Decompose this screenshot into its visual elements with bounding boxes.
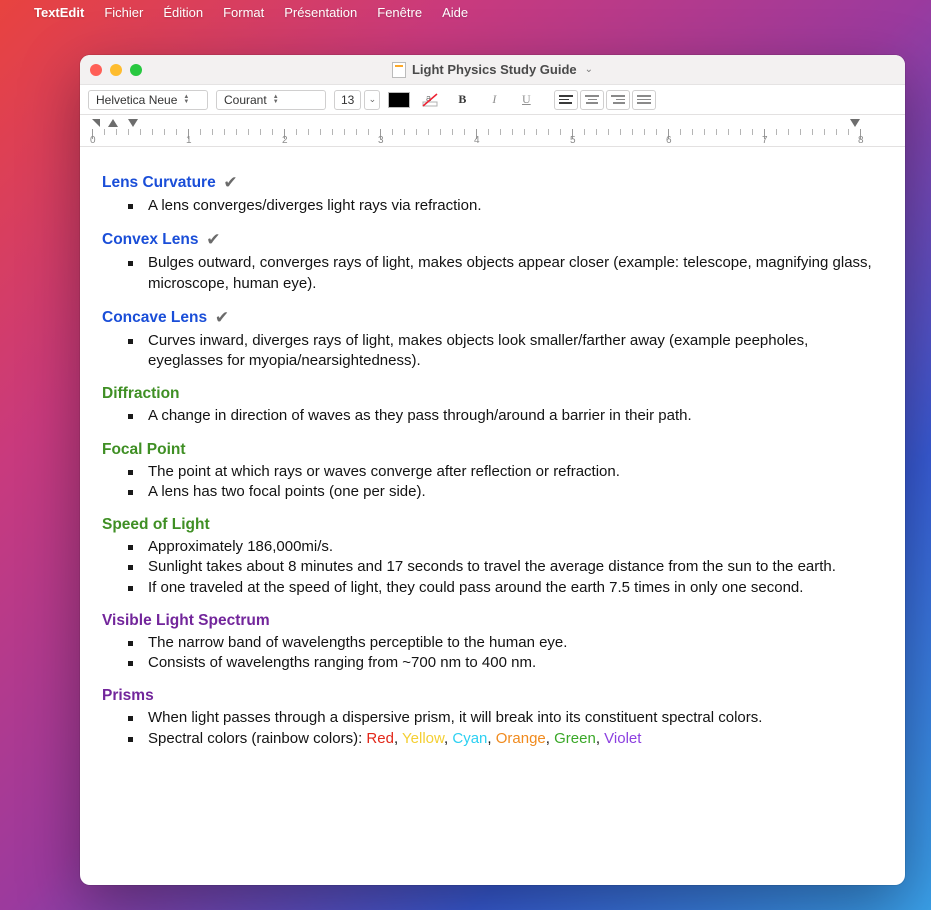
underline-button[interactable]: U — [514, 90, 538, 110]
section: Visible Light Spectrum The narrow band of… — [102, 612, 883, 674]
bullet-item[interactable]: Consists of wavelengths ranging from ~70… — [124, 653, 883, 673]
ruler-label: 0 — [90, 135, 96, 146]
ruler-label: 2 — [282, 135, 288, 146]
updown-icon: ▲▼ — [273, 95, 279, 105]
minimize-icon[interactable] — [110, 64, 122, 76]
toolbar: Helvetica Neue ▲▼ Courant ▲▼ 13 ⌄ a B I … — [80, 85, 905, 115]
bullet-item[interactable]: A lens converges/diverges light rays via… — [124, 196, 883, 216]
menu-edition[interactable]: Édition — [163, 5, 203, 20]
ruler-label: 3 — [378, 135, 384, 146]
updown-icon: ▲▼ — [183, 95, 189, 105]
ruler-ticks: 012345678 — [92, 127, 893, 141]
section: Concave Lens ✔ Curves inward, diverges ra… — [102, 308, 883, 372]
font-family-value: Helvetica Neue — [96, 93, 177, 107]
align-right-button[interactable] — [606, 90, 630, 110]
bullet-list: When light passes through a dispersive p… — [124, 708, 883, 749]
section: Convex Lens ✔ Bulges outward, converges r… — [102, 230, 883, 294]
spectral-color: Orange — [496, 730, 546, 747]
ruler-label: 6 — [666, 135, 672, 146]
spectral-color: Yellow — [402, 730, 444, 747]
checkmark-icon: ✔ — [210, 308, 229, 327]
bullet-item[interactable]: Sunlight takes about 8 minutes and 17 se… — [124, 557, 883, 577]
section: Diffraction A change in direction of wave… — [102, 385, 883, 426]
zoom-icon[interactable] — [130, 64, 142, 76]
section: Focal Point The point at which rays or wa… — [102, 441, 883, 503]
chevron-down-icon[interactable]: ⌄ — [585, 64, 593, 75]
section-heading[interactable]: Diffraction — [102, 385, 883, 403]
section-heading[interactable]: Visible Light Spectrum — [102, 612, 883, 630]
bold-button[interactable]: B — [450, 90, 474, 110]
italic-button[interactable]: I — [482, 90, 506, 110]
align-justify-button[interactable] — [632, 90, 656, 110]
close-icon[interactable] — [90, 64, 102, 76]
font-size-input[interactable]: 13 — [334, 90, 361, 110]
section: Prisms When light passes through a disper… — [102, 687, 883, 749]
section-heading[interactable]: Lens Curvature ✔ — [102, 173, 883, 193]
bullet-item[interactable]: Approximately 186,000mi/s. — [124, 537, 883, 557]
app-window: Light Physics Study Guide ⌄ Helvetica Ne… — [80, 55, 905, 885]
font-size-stepper[interactable]: ⌄ — [364, 90, 380, 110]
spectral-color: Green — [554, 730, 596, 747]
traffic-lights — [90, 64, 142, 76]
section-heading[interactable]: Convex Lens ✔ — [102, 230, 883, 250]
menubar: TextEdit Fichier Édition Format Présenta… — [0, 0, 931, 24]
bullet-item[interactable]: The narrow band of wavelengths perceptib… — [124, 633, 883, 653]
section-heading[interactable]: Prisms — [102, 687, 883, 705]
document-icon — [392, 62, 406, 78]
section-heading[interactable]: Speed of Light — [102, 516, 883, 534]
menu-format[interactable]: Format — [223, 5, 264, 20]
bullet-item[interactable]: A lens has two focal points (one per sid… — [124, 482, 883, 502]
titlebar[interactable]: Light Physics Study Guide ⌄ — [80, 55, 905, 85]
bullet-item[interactable]: Bulges outward, converges rays of light,… — [124, 253, 883, 294]
menubar-app-name[interactable]: TextEdit — [34, 5, 84, 20]
section: Speed of Light Approximately 186,000mi/s.… — [102, 516, 883, 598]
font-size-value: 13 — [341, 93, 354, 107]
document-body[interactable]: Lens Curvature ✔ A lens converges/diverge… — [80, 147, 905, 885]
checkmark-icon: ✔ — [219, 173, 238, 192]
ruler-label: 1 — [186, 135, 192, 146]
bullet-list: Bulges outward, converges rays of light,… — [124, 253, 883, 294]
menu-presentation[interactable]: Présentation — [284, 5, 357, 20]
window-title: Light Physics Study Guide — [412, 62, 577, 77]
font-size-control: 13 ⌄ — [334, 90, 380, 110]
menu-aide[interactable]: Aide — [442, 5, 468, 20]
align-left-button[interactable] — [554, 90, 578, 110]
ruler[interactable]: 0 1 2 3 4 5 6 7 8 — [80, 115, 905, 147]
spectral-color: Violet — [604, 730, 641, 747]
bullet-list: A lens converges/diverges light rays via… — [124, 196, 883, 216]
bullet-list: A change in direction of waves as they p… — [124, 406, 883, 426]
bullet-list: Approximately 186,000mi/s.Sunlight takes… — [124, 537, 883, 598]
section-heading[interactable]: Focal Point — [102, 441, 883, 459]
font-style-value: Courant — [224, 93, 267, 107]
bullet-item[interactable]: The point at which rays or waves converg… — [124, 462, 883, 482]
bullet-item[interactable]: When light passes through a dispersive p… — [124, 708, 883, 728]
bullet-list: The point at which rays or waves converg… — [124, 462, 883, 503]
text-color-swatch[interactable] — [388, 92, 410, 108]
ruler-label: 4 — [474, 135, 480, 146]
menu-fenetre[interactable]: Fenêtre — [377, 5, 422, 20]
align-center-button[interactable] — [580, 90, 604, 110]
ruler-label: 7 — [762, 135, 768, 146]
bullet-item[interactable]: Curves inward, diverges rays of light, m… — [124, 331, 883, 372]
bullet-list: Curves inward, diverges rays of light, m… — [124, 331, 883, 372]
checkmark-icon: ✔ — [201, 230, 220, 249]
bullet-item[interactable]: A change in direction of waves as they p… — [124, 406, 883, 426]
font-style-select[interactable]: Courant ▲▼ — [216, 90, 326, 110]
spectral-color: Cyan — [452, 730, 487, 747]
bullet-list: The narrow band of wavelengths perceptib… — [124, 633, 883, 674]
bullet-item[interactable]: If one traveled at the speed of light, t… — [124, 578, 883, 598]
ruler-label: 8 — [858, 135, 864, 146]
ruler-label: 5 — [570, 135, 576, 146]
spectral-color: Red — [366, 730, 394, 747]
highlight-none-icon[interactable]: a — [418, 90, 442, 110]
align-group — [554, 90, 656, 110]
section: Lens Curvature ✔ A lens converges/diverge… — [102, 173, 883, 216]
bullet-item[interactable]: Spectral colors (rainbow colors): Red, Y… — [124, 729, 883, 749]
menu-fichier[interactable]: Fichier — [104, 5, 143, 20]
section-heading[interactable]: Concave Lens ✔ — [102, 308, 883, 328]
font-family-select[interactable]: Helvetica Neue ▲▼ — [88, 90, 208, 110]
